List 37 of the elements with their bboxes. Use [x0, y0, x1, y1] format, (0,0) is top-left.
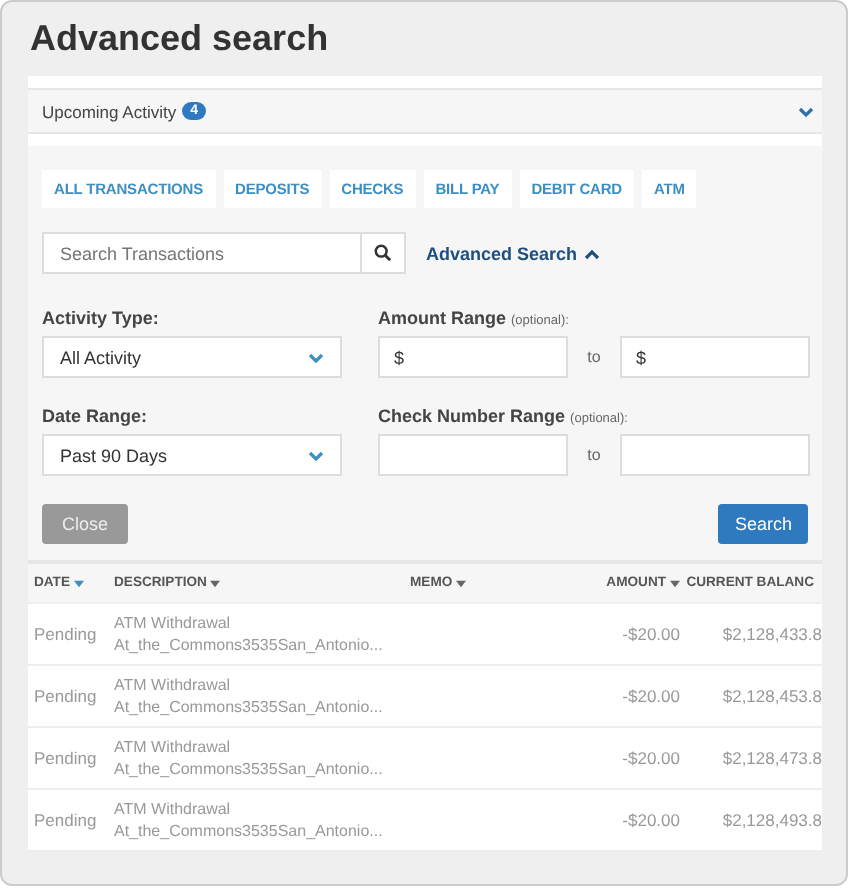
- chevron-down-icon: [308, 351, 324, 363]
- search-button[interactable]: Search: [718, 504, 808, 544]
- search-icon: [374, 244, 392, 262]
- field-label: Activity Type:: [42, 308, 161, 328]
- description-cell-text: ATM Withdrawal At_the_Commons3535San_Antonio...: [112, 736, 385, 780]
- table-cell-text: -$20.00: [620, 810, 682, 830]
- chevron-down-icon: [798, 105, 814, 117]
- table-cell-text: -$20.00: [620, 686, 682, 706]
- window-title: Advanced search: [28, 16, 331, 62]
- search-button[interactable]: [362, 232, 406, 274]
- chevron-down-icon: [308, 449, 324, 461]
- table-cell-text: -$20.00: [620, 624, 682, 644]
- table-cell-text: Pending: [32, 624, 99, 644]
- description-cell-text: ATM Withdrawal At_the_Commons3535San_Antonio...: [112, 674, 385, 718]
- table-cell-text: Pending: [32, 686, 99, 706]
- table-cell-text: -$20.00: [620, 748, 682, 768]
- table-cell-text: $2,128,433.8: [720, 624, 822, 644]
- description-cell-text: ATM Withdrawal At_the_Commons3535San_Antonio...: [112, 612, 385, 656]
- to-label: to: [585, 348, 603, 366]
- table-cell-text: Pending: [32, 810, 99, 830]
- table-cell-text: $2,128,473.8: [720, 748, 822, 768]
- table-cell-text: $2,128,453.8: [720, 686, 822, 706]
- chevron-up-icon: [583, 247, 600, 259]
- description-cell-text: ATM Withdrawal At_the_Commons3535San_Antonio...: [112, 798, 385, 842]
- dropdown[interactable]: All Activity: [42, 336, 342, 378]
- dropdown[interactable]: Past 90 Days: [42, 434, 342, 476]
- upcoming-activity-label: Upcoming Activity: [42, 101, 177, 121]
- field-label: Date Range:: [42, 406, 150, 426]
- table-cell-text: Pending: [32, 748, 99, 768]
- search-field[interactable]: Search Transactions: [42, 232, 362, 274]
- to-label: to: [585, 446, 603, 464]
- input-field[interactable]: [620, 434, 810, 476]
- advanced-search-link[interactable]: Advanced Search: [426, 243, 600, 263]
- input-field[interactable]: [378, 434, 568, 476]
- input-field[interactable]: $: [378, 336, 568, 378]
- input-field[interactable]: $: [620, 336, 810, 378]
- table-cell-text: $2,128,493.8: [720, 810, 822, 830]
